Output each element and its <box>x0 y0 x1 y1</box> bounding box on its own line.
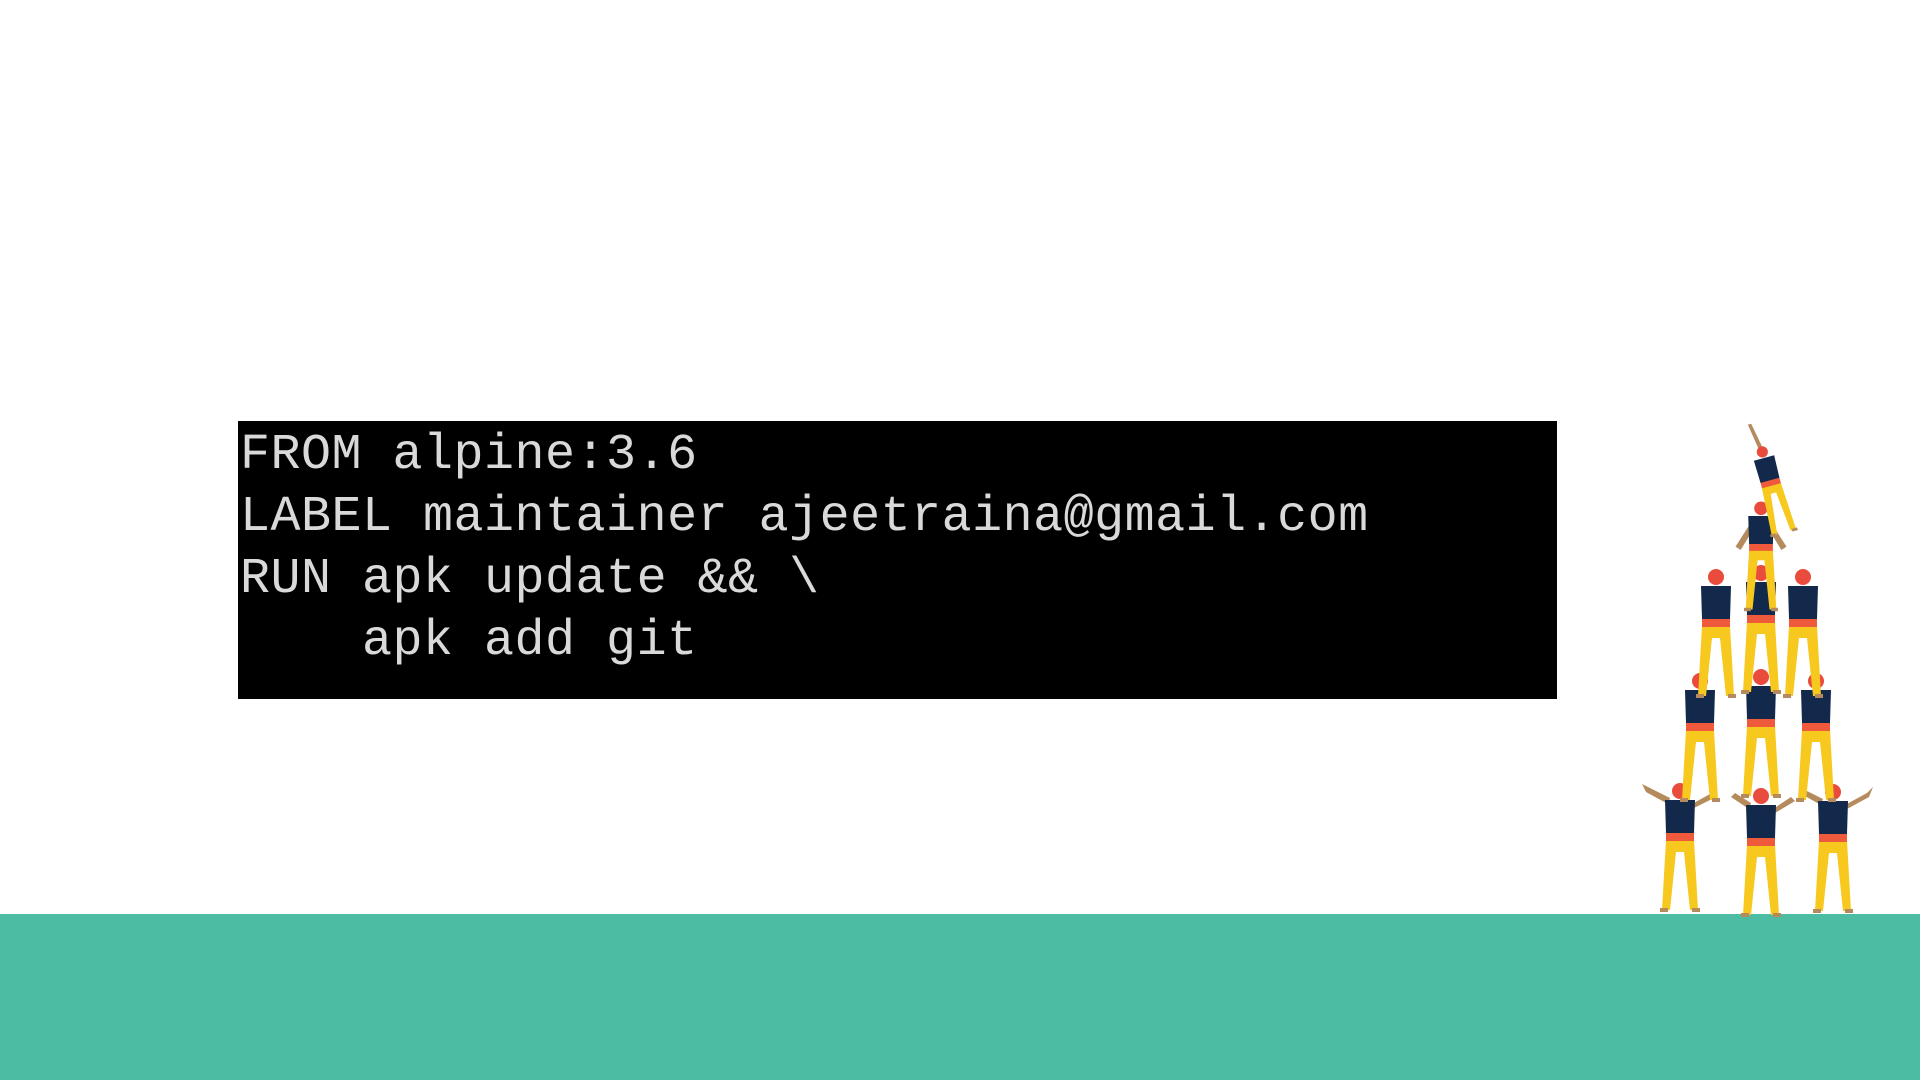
slide: FROM alpine:3.6 LABEL maintainer ajeetra… <box>0 0 1920 1080</box>
code-line: RUN apk update && \ <box>240 551 820 608</box>
code-line: LABEL maintainer ajeetraina@gmail.com <box>240 489 1369 546</box>
code-snippet: FROM alpine:3.6 LABEL maintainer ajeetra… <box>238 421 1557 699</box>
code-line: FROM alpine:3.6 <box>240 427 698 484</box>
code-line: apk add git <box>240 613 698 670</box>
ground-band <box>0 914 1920 1080</box>
human-tower-icon <box>1642 423 1873 917</box>
